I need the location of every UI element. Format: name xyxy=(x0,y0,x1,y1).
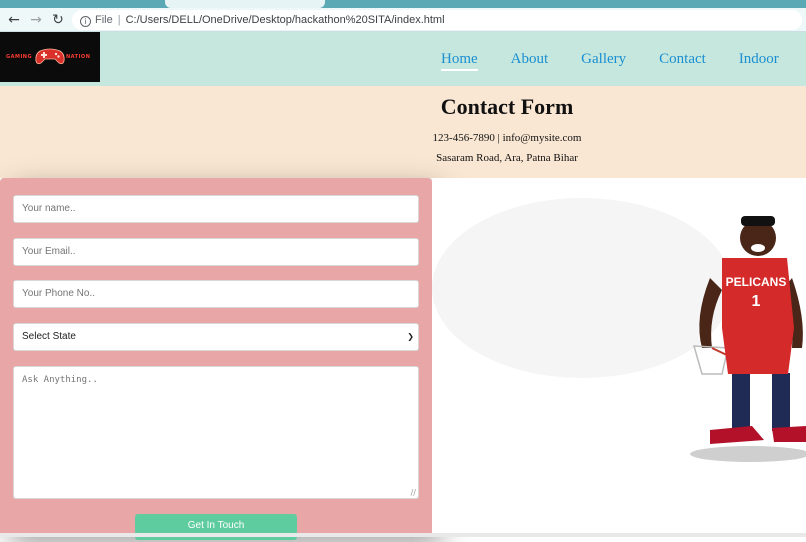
browser-tab-strip xyxy=(0,0,806,8)
site-navbar: GAMING NATION Home About Gallery Contact Ind… xyxy=(0,32,806,86)
browser-active-tab[interactable] xyxy=(165,0,325,8)
nav-home[interactable]: Home xyxy=(441,51,478,71)
resize-handle-icon[interactable]: ∕∕ xyxy=(411,488,416,497)
gamepad-icon xyxy=(35,48,65,65)
back-icon[interactable]: ← xyxy=(4,10,24,30)
contact-header: Contact Form 123-456-7890 | info@mysite.… xyxy=(0,86,806,178)
chevron-down-icon: ❯ xyxy=(407,332,414,341)
nav-contact[interactable]: Contact xyxy=(659,51,706,68)
jersey-team-text: PELICANS xyxy=(726,275,787,289)
contact-form: Your name.. Your Email.. Your Phone No..… xyxy=(0,178,432,540)
contact-phone-email: 123-456-7890 | info@mysite.com xyxy=(432,132,582,144)
horizontal-scrollbar[interactable] xyxy=(0,533,806,537)
url-scheme-label: File xyxy=(95,14,113,26)
player-graphic: PELICANS 1 xyxy=(432,198,806,462)
address-bar: ← → ↻ i File | C:/Users/DELL/OneDrive/Deskt… xyxy=(0,8,806,32)
info-icon[interactable]: i xyxy=(80,16,91,27)
logo-text-left: GAMING xyxy=(6,54,33,60)
page-title: Contact Form xyxy=(440,94,574,119)
phone-field[interactable]: Your Phone No.. xyxy=(13,280,419,308)
nav-indoor[interactable]: Indoor xyxy=(739,51,779,68)
contact-address: Sasaram Road, Ara, Patna Bihar xyxy=(436,152,578,164)
message-placeholder: Ask Anything.. xyxy=(22,375,98,385)
nav-about[interactable]: About xyxy=(511,51,549,68)
name-field[interactable]: Your name.. xyxy=(13,195,419,223)
nav-gallery[interactable]: Gallery xyxy=(581,51,626,68)
state-select-value: Select State xyxy=(22,331,76,342)
forward-icon[interactable]: → xyxy=(26,10,46,30)
nav-links: HomeAboutGalleryContactIndoorC xyxy=(441,50,806,71)
state-select[interactable]: Select State ❯ xyxy=(13,323,419,351)
url-field[interactable]: i File | C:/Users/DELL/OneDrive/Desktop/hac… xyxy=(72,10,802,30)
email-field[interactable]: Your Email.. xyxy=(13,238,419,266)
logo-text-right: NATION xyxy=(66,54,91,60)
reload-icon[interactable]: ↻ xyxy=(48,10,68,30)
basketball-player-illustration: PELICANS 1 xyxy=(432,178,806,537)
message-textarea[interactable]: Ask Anything.. ∕∕ xyxy=(13,366,419,499)
url-text: C:/Users/DELL/OneDrive/Desktop/hackathon… xyxy=(125,14,445,26)
jersey-number-text: 1 xyxy=(752,293,761,310)
url-separator: | xyxy=(117,14,121,26)
site-logo[interactable]: GAMING NATION xyxy=(0,32,100,82)
